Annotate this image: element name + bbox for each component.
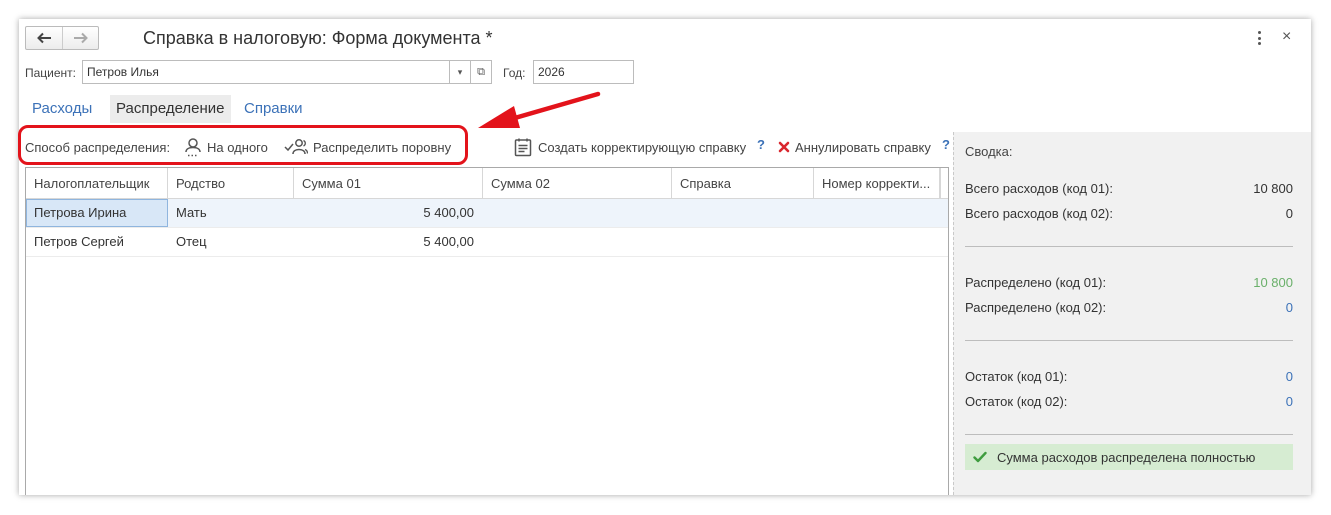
patient-label: Пациент: <box>25 66 77 80</box>
close-icon[interactable]: × <box>1282 28 1291 46</box>
column-header-payer[interactable]: Налогоплательщик <box>26 168 168 198</box>
arrow-right-icon <box>73 32 88 44</box>
cell-sum01[interactable]: 5 400,00 <box>294 199 483 227</box>
cell-relation[interactable]: Отец <box>168 228 294 256</box>
summary-row-rest02: Остаток (код 02): 0 <box>965 394 1293 409</box>
distribution-method-label: Способ распределения: <box>25 136 170 158</box>
summary-label: Остаток (код 01): <box>965 369 1068 384</box>
patient-open-button[interactable]: ⧉ <box>470 60 492 84</box>
summary-value: 0 <box>1285 394 1293 409</box>
check-icon <box>973 451 987 463</box>
distribution-method-text: Способ распределения: <box>25 139 171 155</box>
table-header: Налогоплательщик Родство Сумма 01 Сумма … <box>26 168 948 199</box>
year-input[interactable]: 2026 <box>533 60 634 84</box>
patient-input[interactable]: Петров Илья <box>82 60 470 84</box>
year-label: Год: <box>503 66 526 80</box>
table-row[interactable]: Петрова Ирина Мать 5 400,00 <box>26 199 948 228</box>
cancel-certificate-button[interactable]: Аннулировать справку <box>778 136 931 158</box>
cancel-certificate-help-icon[interactable]: ? <box>942 137 950 152</box>
distribute-equally-label: Распределить поровну <box>313 139 452 155</box>
summary-label: Распределено (код 02): <box>965 300 1107 315</box>
distribute-equally-button[interactable]: Распределить поровну <box>284 136 451 158</box>
tab-expenses[interactable]: Расходы <box>26 95 98 123</box>
create-correction-help-icon[interactable]: ? <box>757 137 765 152</box>
summary-value: 0 <box>1285 300 1293 315</box>
people-check-icon <box>284 139 308 155</box>
arrow-left-icon <box>37 32 51 44</box>
cell-payer[interactable]: Петров Сергей <box>26 228 168 256</box>
document-list-icon <box>514 138 532 157</box>
red-cross-icon <box>778 141 790 153</box>
create-correction-button[interactable]: Создать корректирующую справку <box>513 136 746 158</box>
summary-row-rest01: Остаток (код 01): 0 <box>965 369 1293 384</box>
cell-sum01[interactable]: 5 400,00 <box>294 228 483 256</box>
cell-payer[interactable]: Петрова Ирина <box>26 199 168 227</box>
summary-value: 0 <box>1285 206 1293 221</box>
summary-row-total02: Всего расходов (код 02): 0 <box>965 206 1293 221</box>
summary-label: Распределено (код 01): <box>965 275 1107 290</box>
tab-certificates[interactable]: Справки <box>238 95 309 123</box>
summary-divider <box>965 434 1293 435</box>
document-window: Справка в налоговую: Форма документа * ×… <box>19 19 1311 495</box>
summary-row-distributed01: Распределено (код 01): 10 800 <box>965 275 1293 290</box>
summary-label: Всего расходов (код 01): <box>965 181 1113 196</box>
cell-relation[interactable]: Мать <box>168 199 294 227</box>
create-correction-label: Создать корректирующую справку <box>538 139 747 155</box>
patient-dropdown-button[interactable]: ▾ <box>449 60 471 84</box>
column-header-correction-number[interactable]: Номер корректи... <box>814 168 940 198</box>
person-icon <box>185 138 201 157</box>
more-vertical-icon[interactable] <box>1252 30 1266 46</box>
summary-value: 10 800 <box>1253 275 1293 290</box>
summary-row-total01: Всего расходов (код 01): 10 800 <box>965 181 1293 196</box>
summary-title: Сводка: <box>965 144 1013 159</box>
distribution-table: Налогоплательщик Родство Сумма 01 Сумма … <box>25 167 949 495</box>
cell-sum02[interactable] <box>483 199 672 227</box>
distribution-status-badge: Сумма расходов распределена полностью <box>965 444 1293 470</box>
cell-sum02[interactable] <box>483 228 672 256</box>
column-header-sum02[interactable]: Сумма 02 <box>483 168 672 198</box>
cell-correction-number[interactable] <box>814 199 940 227</box>
navigation-buttons <box>25 26 99 50</box>
table-row[interactable]: Петров Сергей Отец 5 400,00 <box>26 228 948 257</box>
cell-certificate[interactable] <box>672 228 814 256</box>
window-title: Справка в налоговую: Форма документа * <box>143 28 493 48</box>
summary-divider <box>965 340 1293 341</box>
summary-label: Всего расходов (код 02): <box>965 206 1113 221</box>
table-scrollbar[interactable] <box>940 168 948 198</box>
back-button[interactable] <box>26 27 62 49</box>
summary-label: Остаток (код 02): <box>965 394 1068 409</box>
tab-distribution[interactable]: Распределение <box>110 95 231 123</box>
cell-certificate[interactable] <box>672 199 814 227</box>
distribute-to-one-button[interactable]: На одного <box>184 136 268 158</box>
distribute-to-one-label: На одного <box>207 139 268 155</box>
summary-value: 10 800 <box>1253 181 1293 196</box>
column-header-sum01[interactable]: Сумма 01 <box>294 168 483 198</box>
summary-value: 0 <box>1285 369 1293 384</box>
column-header-certificate[interactable]: Справка <box>672 168 814 198</box>
column-header-relation[interactable]: Родство <box>168 168 294 198</box>
summary-row-distributed02: Распределено (код 02): 0 <box>965 300 1293 315</box>
distribution-status-text: Сумма расходов распределена полностью <box>997 449 1256 465</box>
summary-divider <box>965 246 1293 247</box>
cancel-certificate-label: Аннулировать справку <box>795 139 931 155</box>
cell-correction-number[interactable] <box>814 228 940 256</box>
summary-panel: Сводка: Всего расходов (код 01): 10 800 … <box>953 132 1311 495</box>
forward-button[interactable] <box>62 27 98 49</box>
